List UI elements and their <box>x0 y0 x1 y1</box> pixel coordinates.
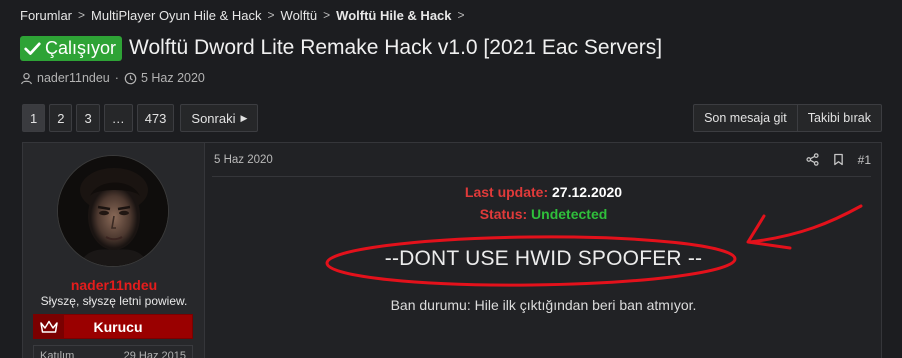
post-user-panel: nader11ndeu Słyszę, słyszę letni powiew.… <box>23 143 205 358</box>
meta-separator: · <box>114 71 119 85</box>
breadcrumb-wolftu[interactable]: Wolftü <box>281 8 318 23</box>
post-date[interactable]: 5 Haz 2020 <box>214 154 273 166</box>
last-update-label: Last update: <box>464 184 549 200</box>
pagination: 1 2 3 … 473 Sonraki ▶ <box>22 104 259 132</box>
join-date: 29 Haz 2015 <box>123 350 186 358</box>
post-tools: #1 <box>806 153 871 167</box>
page-button-3[interactable]: 3 <box>76 104 100 132</box>
breadcrumb: Forumlar > MultiPlayer Oyun Hile & Hack … <box>20 6 471 24</box>
thread-meta: nader11ndeu · 5 Haz 2020 <box>20 70 205 86</box>
post: nader11ndeu Słyszę, słyszę letni powiew.… <box>22 142 882 358</box>
thread-actions: Son mesaja git Takibi bırak <box>693 104 882 132</box>
post-number[interactable]: #1 <box>858 153 871 167</box>
check-icon <box>24 41 41 55</box>
status-value: Undetected <box>531 206 608 222</box>
post-username[interactable]: nader11ndeu <box>23 277 205 293</box>
chevron-right-icon: > <box>457 8 465 22</box>
rank-label: Kurucu <box>93 318 143 335</box>
ban-status-text: Ban durumu: Hile ilk çıktığından beri ba… <box>390 297 697 313</box>
status-badge-label: Çalışıyor <box>45 37 117 58</box>
last-message-button[interactable]: Son mesaja git <box>693 104 798 132</box>
chevron-right-icon: > <box>323 8 331 22</box>
post-header: 5 Haz 2020 #1 <box>212 143 871 177</box>
clock-icon <box>124 72 137 84</box>
breadcrumb-multiplayer[interactable]: MultiPlayer Oyun Hile & Hack <box>91 8 262 23</box>
unfollow-button[interactable]: Takibi bırak <box>797 104 882 132</box>
join-date-row: Katılım 29 Haz 2015 <box>33 345 193 358</box>
chevron-right-icon: > <box>267 8 275 22</box>
thread-author[interactable]: nader11ndeu <box>37 71 110 85</box>
share-icon[interactable] <box>806 153 819 166</box>
last-update-line: Last update: 27.12.2020 <box>206 184 881 200</box>
status-label: Status: <box>479 206 528 222</box>
rank-banner: Kurucu <box>33 314 193 339</box>
avatar[interactable] <box>57 155 169 267</box>
page-button-2[interactable]: 2 <box>49 104 73 132</box>
breadcrumb-wolftu-hack[interactable]: Wolftü Hile & Hack <box>336 8 451 23</box>
status-badge[interactable]: Çalışıyor <box>20 35 123 61</box>
page-ellipsis-button[interactable]: … <box>103 104 133 132</box>
thread-title-row: Çalışıyor Wolftü Dword Lite Remake Hack … <box>20 33 662 63</box>
status-line: Status: Undetected <box>206 206 881 222</box>
page-button-last[interactable]: 473 <box>136 104 175 132</box>
next-page-button[interactable]: Sonraki ▶ <box>180 104 259 132</box>
join-label: Katılım <box>40 350 75 358</box>
crown-icon <box>34 314 64 339</box>
last-update-value: 27.12.2020 <box>552 184 623 200</box>
user-icon <box>21 72 32 84</box>
page-title: Wolftü Dword Lite Remake Hack v1.0 [2021… <box>129 36 663 59</box>
breadcrumb-forums[interactable]: Forumlar <box>20 8 72 23</box>
next-page-label: Sonraki <box>191 110 236 126</box>
chevron-right-icon: > <box>78 8 86 22</box>
avatar-image <box>58 156 168 266</box>
page-button-1[interactable]: 1 <box>22 104 46 132</box>
caret-right-icon: ▶ <box>240 112 248 123</box>
post-content: 5 Haz 2020 #1 Last update: 27.12.2020 St… <box>206 143 881 358</box>
user-title: Słyszę, słyszę letni powiew. <box>40 294 188 308</box>
hwid-warning: --DONT USE HWID SPOOFER -- <box>384 247 703 270</box>
bookmark-icon[interactable] <box>833 153 844 166</box>
thread-date[interactable]: 5 Haz 2020 <box>141 71 205 85</box>
